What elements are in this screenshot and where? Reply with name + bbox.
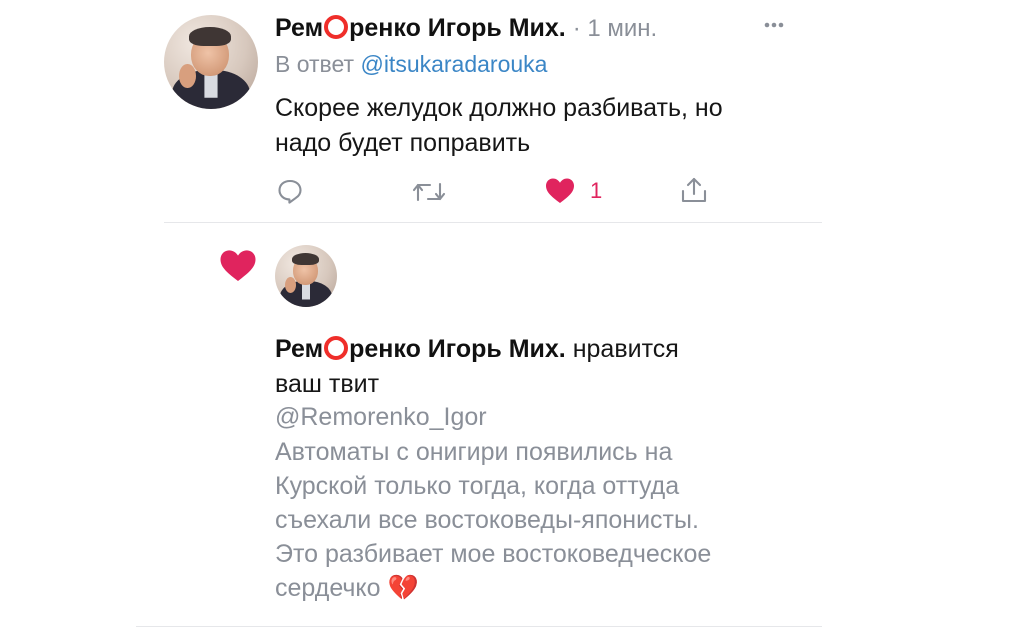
notification-line: Рем ренко Игорь Мих. нравится <box>275 332 820 367</box>
liker-name-end[interactable]: ренко Игорь Мих. <box>349 335 566 363</box>
quoted-line: Автоматы с онигири появились на <box>275 438 673 466</box>
avatar-hand <box>179 63 196 89</box>
liked-text: нравится <box>572 335 679 363</box>
share-icon[interactable] <box>679 176 709 206</box>
quoted-word: сердечко <box>275 574 381 602</box>
author-name-end[interactable]: ренко Игорь Мих. <box>349 14 566 42</box>
broken-heart-icon: 💔 <box>387 574 419 602</box>
author-avatar[interactable] <box>164 15 258 109</box>
more-dots-icon[interactable] <box>764 21 790 29</box>
like-count: 1 <box>590 178 603 203</box>
author-name-start[interactable]: Рем <box>275 14 323 42</box>
timeline: Рем ренко Игорь Мих. · 1 мин. В ответ @it… <box>0 0 1022 632</box>
divider <box>136 626 822 627</box>
name-o-icon <box>324 15 349 39</box>
reply-handle-link[interactable]: @itsukaradarouka <box>360 51 547 77</box>
heart-icon <box>220 250 256 281</box>
notification-text: Рем ренко Игорь Мих. нравится ваш твит <box>275 332 820 402</box>
quoted-line: Курской только тогда, когда оттуда <box>275 472 680 500</box>
liked-text-continuation: ваш твит <box>275 370 380 398</box>
quoted-tweet-text[interactable]: Автоматы с онигири появились на Курской … <box>275 435 711 605</box>
avatar-hair <box>291 253 319 266</box>
tweet-text-line: надо будет поправить <box>275 129 531 157</box>
handle[interactable]: @Remorenko_Igor <box>275 400 487 434</box>
name-o-icon <box>324 336 349 360</box>
liker-avatar[interactable] <box>275 245 337 307</box>
tweet-time[interactable]: · 1 мин. <box>573 15 658 42</box>
divider <box>164 222 822 223</box>
liker-name-start[interactable]: Рем <box>275 335 323 363</box>
retweet-icon[interactable] <box>412 178 446 206</box>
reply-context: В ответ @itsukaradarouka <box>275 49 547 79</box>
quoted-line: съехали все востоковеды-японисты. <box>275 506 699 534</box>
quoted-line: сердечко 💔 <box>275 571 711 605</box>
tweet-header: Рем ренко Игорь Мих. · 1 мин. <box>275 12 657 45</box>
quoted-line: Это разбивает мое востоковедческое <box>275 540 712 568</box>
tweet-text-line: Скорее желудок должно разбивать, но <box>275 94 723 122</box>
reply-bubble-icon[interactable] <box>276 177 304 205</box>
reply-prefix: В ответ <box>275 51 355 77</box>
heart-icon[interactable] <box>544 176 576 206</box>
avatar-hair <box>189 27 231 47</box>
tweet-text: Скорее желудок должно разбивать, но надо… <box>275 91 723 161</box>
